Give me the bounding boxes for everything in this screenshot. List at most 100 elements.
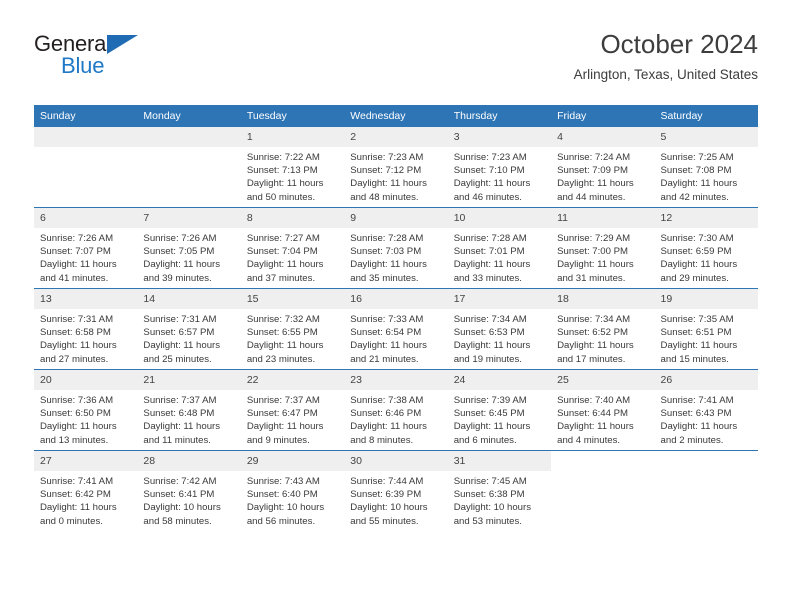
sun-info-daylight2: and 19 minutes. — [453, 353, 522, 365]
day-cell-content: 17 Sunrise: 7:34 AM Sunset: 6:53 PM Dayligh… — [447, 289, 552, 369]
title-block: October 2024 Arlington, Texas, United St… — [574, 28, 758, 83]
sun-info: Sunrise: 7:35 AM Sunset: 6:51 PM Daylight:… — [655, 309, 758, 366]
sun-info-daylight2: and 56 minutes. — [246, 515, 316, 527]
calendar-day-cell[interactable] — [551, 450, 655, 531]
sun-info-daylight2: and 50 minutes. — [246, 191, 316, 203]
sun-info-sunset: Sunset: 6:43 PM — [660, 408, 732, 420]
sun-info-daylight1: Daylight: 11 hours — [143, 259, 221, 271]
sun-info-daylight2: and 17 minutes. — [557, 353, 626, 365]
calendar-day-cell[interactable]: 15 Sunrise: 7:32 AM Sunset: 6:55 PM Dayligh… — [240, 288, 345, 370]
sun-info-sunrise: Sunrise: 7:23 AM — [453, 152, 527, 163]
sun-info-daylight1: Daylight: 11 hours — [453, 421, 531, 433]
calendar-day-cell[interactable]: 10 Sunrise: 7:28 AM Sunset: 7:01 PM Dayligh… — [447, 207, 552, 289]
calendar-day-cell[interactable]: 1 Sunrise: 7:22 AM Sunset: 7:13 PM Daylight… — [240, 127, 345, 208]
calendar-day-cell[interactable]: 27 Sunrise: 7:41 AM Sunset: 6:42 PM Dayligh… — [34, 450, 138, 531]
day-cell-content: 12 Sunrise: 7:30 AM Sunset: 6:59 PM Dayligh… — [654, 208, 758, 288]
calendar-day-cell[interactable]: 28 Sunrise: 7:42 AM Sunset: 6:41 PM Dayligh… — [137, 450, 241, 531]
sun-info-daylight1: Daylight: 11 hours — [660, 178, 738, 190]
calendar-day-cell[interactable]: 14 Sunrise: 7:31 AM Sunset: 6:57 PM Dayligh… — [137, 288, 241, 370]
day-cell-content: 28 Sunrise: 7:42 AM Sunset: 6:41 PM Dayligh… — [137, 451, 241, 531]
page-header: General Blue October 2024 Arlington, Tex… — [34, 28, 758, 98]
calendar-day-cell[interactable] — [137, 127, 241, 208]
calendar-day-cell[interactable]: 29 Sunrise: 7:43 AM Sunset: 6:40 PM Dayligh… — [240, 450, 345, 531]
calendar-day-cell[interactable]: 18 Sunrise: 7:34 AM Sunset: 6:52 PM Dayligh… — [551, 288, 655, 370]
day-cell-content — [34, 127, 138, 207]
calendar-day-cell[interactable]: 9 Sunrise: 7:28 AM Sunset: 7:03 PM Daylight… — [344, 207, 448, 289]
sun-info-sunrise: Sunrise: 7:34 AM — [557, 314, 631, 325]
calendar-day-cell[interactable] — [654, 450, 758, 531]
calendar-day-cell[interactable]: 25 Sunrise: 7:40 AM Sunset: 6:44 PM Dayligh… — [551, 369, 655, 451]
day-number: 31 — [447, 451, 552, 471]
sun-info-daylight2: and 4 minutes. — [557, 434, 621, 446]
sun-info-daylight1: Daylight: 11 hours — [246, 340, 324, 352]
calendar-day-cell[interactable]: 4 Sunrise: 7:24 AM Sunset: 7:09 PM Daylight… — [551, 127, 655, 208]
calendar-day-cell[interactable]: 16 Sunrise: 7:33 AM Sunset: 6:54 PM Dayligh… — [344, 288, 448, 370]
sun-info-daylight2: and 23 minutes. — [246, 353, 316, 365]
day-number: 16 — [344, 289, 448, 309]
sun-info-daylight1: Daylight: 11 hours — [246, 178, 324, 190]
day-number: 6 — [34, 208, 138, 228]
calendar-day-cell[interactable]: 11 Sunrise: 7:29 AM Sunset: 7:00 PM Dayligh… — [551, 207, 655, 289]
calendar-day-cell[interactable]: 24 Sunrise: 7:39 AM Sunset: 6:45 PM Dayligh… — [447, 369, 552, 451]
day-number: 28 — [137, 451, 241, 471]
calendar-day-cell[interactable]: 3 Sunrise: 7:23 AM Sunset: 7:10 PM Daylight… — [447, 127, 552, 208]
sun-info-sunrise: Sunrise: 7:27 AM — [246, 233, 320, 244]
calendar-body: 1 Sunrise: 7:22 AM Sunset: 7:13 PM Daylight… — [34, 127, 758, 531]
calendar-day-cell[interactable]: 2 Sunrise: 7:23 AM Sunset: 7:12 PM Daylight… — [344, 127, 448, 208]
day-cell-content: 15 Sunrise: 7:32 AM Sunset: 6:55 PM Dayligh… — [240, 289, 345, 369]
sun-info-daylight1: Daylight: 10 hours — [246, 502, 325, 514]
calendar-day-cell[interactable]: 7 Sunrise: 7:26 AM Sunset: 7:05 PM Daylight… — [137, 207, 241, 289]
sun-info-daylight1: Daylight: 11 hours — [143, 421, 221, 433]
calendar-day-cell[interactable]: 21 Sunrise: 7:37 AM Sunset: 6:48 PM Dayligh… — [137, 369, 241, 451]
calendar-day-cell[interactable]: 30 Sunrise: 7:44 AM Sunset: 6:39 PM Dayligh… — [344, 450, 448, 531]
sun-info-sunset: Sunset: 7:00 PM — [557, 246, 629, 258]
calendar-day-cell[interactable]: 20 Sunrise: 7:36 AM Sunset: 6:50 PM Dayligh… — [34, 369, 138, 451]
sun-info: Sunrise: 7:27 AM Sunset: 7:04 PM Daylight:… — [241, 228, 344, 285]
sun-info-daylight1: Daylight: 11 hours — [40, 421, 117, 433]
sun-info-daylight1: Daylight: 11 hours — [453, 178, 531, 190]
sun-info-sunrise: Sunrise: 7:39 AM — [453, 395, 527, 406]
sun-info-daylight2: and 25 minutes. — [143, 353, 212, 365]
sun-info-sunrise: Sunrise: 7:30 AM — [660, 233, 734, 244]
sun-info-daylight1: Daylight: 10 hours — [350, 502, 428, 514]
day-cell-content: 4 Sunrise: 7:24 AM Sunset: 7:09 PM Daylight… — [551, 127, 655, 207]
sun-info-sunrise: Sunrise: 7:42 AM — [143, 476, 217, 487]
sun-info-daylight1: Daylight: 11 hours — [660, 259, 738, 271]
sun-info-daylight1: Daylight: 11 hours — [453, 259, 531, 271]
calendar-day-cell[interactable]: 12 Sunrise: 7:30 AM Sunset: 6:59 PM Dayligh… — [654, 207, 758, 289]
weekday-header-tuesday: Tuesday — [240, 105, 345, 127]
calendar-day-cell[interactable]: 26 Sunrise: 7:41 AM Sunset: 6:43 PM Dayligh… — [654, 369, 758, 451]
sun-info: Sunrise: 7:41 AM Sunset: 6:42 PM Daylight:… — [34, 471, 137, 528]
day-cell-content: 25 Sunrise: 7:40 AM Sunset: 6:44 PM Dayligh… — [551, 370, 655, 450]
sun-info-sunset: Sunset: 6:40 PM — [246, 489, 318, 501]
weekday-header-friday: Friday — [551, 105, 655, 127]
sun-info: Sunrise: 7:32 AM Sunset: 6:55 PM Daylight:… — [241, 309, 344, 366]
calendar-day-cell[interactable]: 19 Sunrise: 7:35 AM Sunset: 6:51 PM Dayligh… — [654, 288, 758, 370]
calendar-day-cell[interactable]: 8 Sunrise: 7:27 AM Sunset: 7:04 PM Daylight… — [240, 207, 345, 289]
weekday-header-row: Sunday Monday Tuesday Wednesday Thursday… — [34, 105, 758, 127]
day-cell-content: 5 Sunrise: 7:25 AM Sunset: 7:08 PM Daylight… — [654, 127, 758, 207]
calendar-day-cell[interactable]: 17 Sunrise: 7:34 AM Sunset: 6:53 PM Dayligh… — [447, 288, 552, 370]
sun-info: Sunrise: 7:38 AM Sunset: 6:46 PM Daylight:… — [344, 390, 447, 447]
day-number: 22 — [240, 370, 345, 390]
sun-info: Sunrise: 7:28 AM Sunset: 7:03 PM Daylight:… — [344, 228, 447, 285]
day-cell-content: 8 Sunrise: 7:27 AM Sunset: 7:04 PM Daylight… — [240, 208, 345, 288]
sun-info-sunset: Sunset: 6:38 PM — [453, 489, 525, 501]
calendar-day-cell[interactable]: 31 Sunrise: 7:45 AM Sunset: 6:38 PM Dayligh… — [447, 450, 552, 531]
calendar-day-cell[interactable] — [34, 127, 138, 208]
calendar-day-cell[interactable]: 6 Sunrise: 7:26 AM Sunset: 7:07 PM Daylight… — [34, 207, 138, 289]
calendar-day-cell[interactable]: 13 Sunrise: 7:31 AM Sunset: 6:58 PM Dayligh… — [34, 288, 138, 370]
sun-info-sunrise: Sunrise: 7:29 AM — [557, 233, 631, 244]
sun-info: Sunrise: 7:44 AM Sunset: 6:39 PM Daylight:… — [344, 471, 447, 528]
calendar-day-cell[interactable]: 5 Sunrise: 7:25 AM Sunset: 7:08 PM Daylight… — [654, 127, 758, 208]
calendar-day-cell[interactable]: 22 Sunrise: 7:37 AM Sunset: 6:47 PM Dayligh… — [240, 369, 345, 451]
day-cell-content: 13 Sunrise: 7:31 AM Sunset: 6:58 PM Dayligh… — [34, 289, 138, 369]
sun-info-daylight1: Daylight: 10 hours — [453, 502, 532, 514]
brand-logo[interactable]: General Blue — [34, 32, 194, 88]
day-cell-content: 31 Sunrise: 7:45 AM Sunset: 6:38 PM Dayligh… — [447, 451, 552, 531]
sun-info-sunset: Sunset: 6:47 PM — [246, 408, 318, 420]
page-title: October 2024 — [600, 29, 758, 59]
sun-info-daylight1: Daylight: 11 hours — [557, 421, 634, 433]
sun-info-daylight1: Daylight: 11 hours — [40, 502, 117, 514]
calendar-day-cell[interactable]: 23 Sunrise: 7:38 AM Sunset: 6:46 PM Dayligh… — [344, 369, 448, 451]
